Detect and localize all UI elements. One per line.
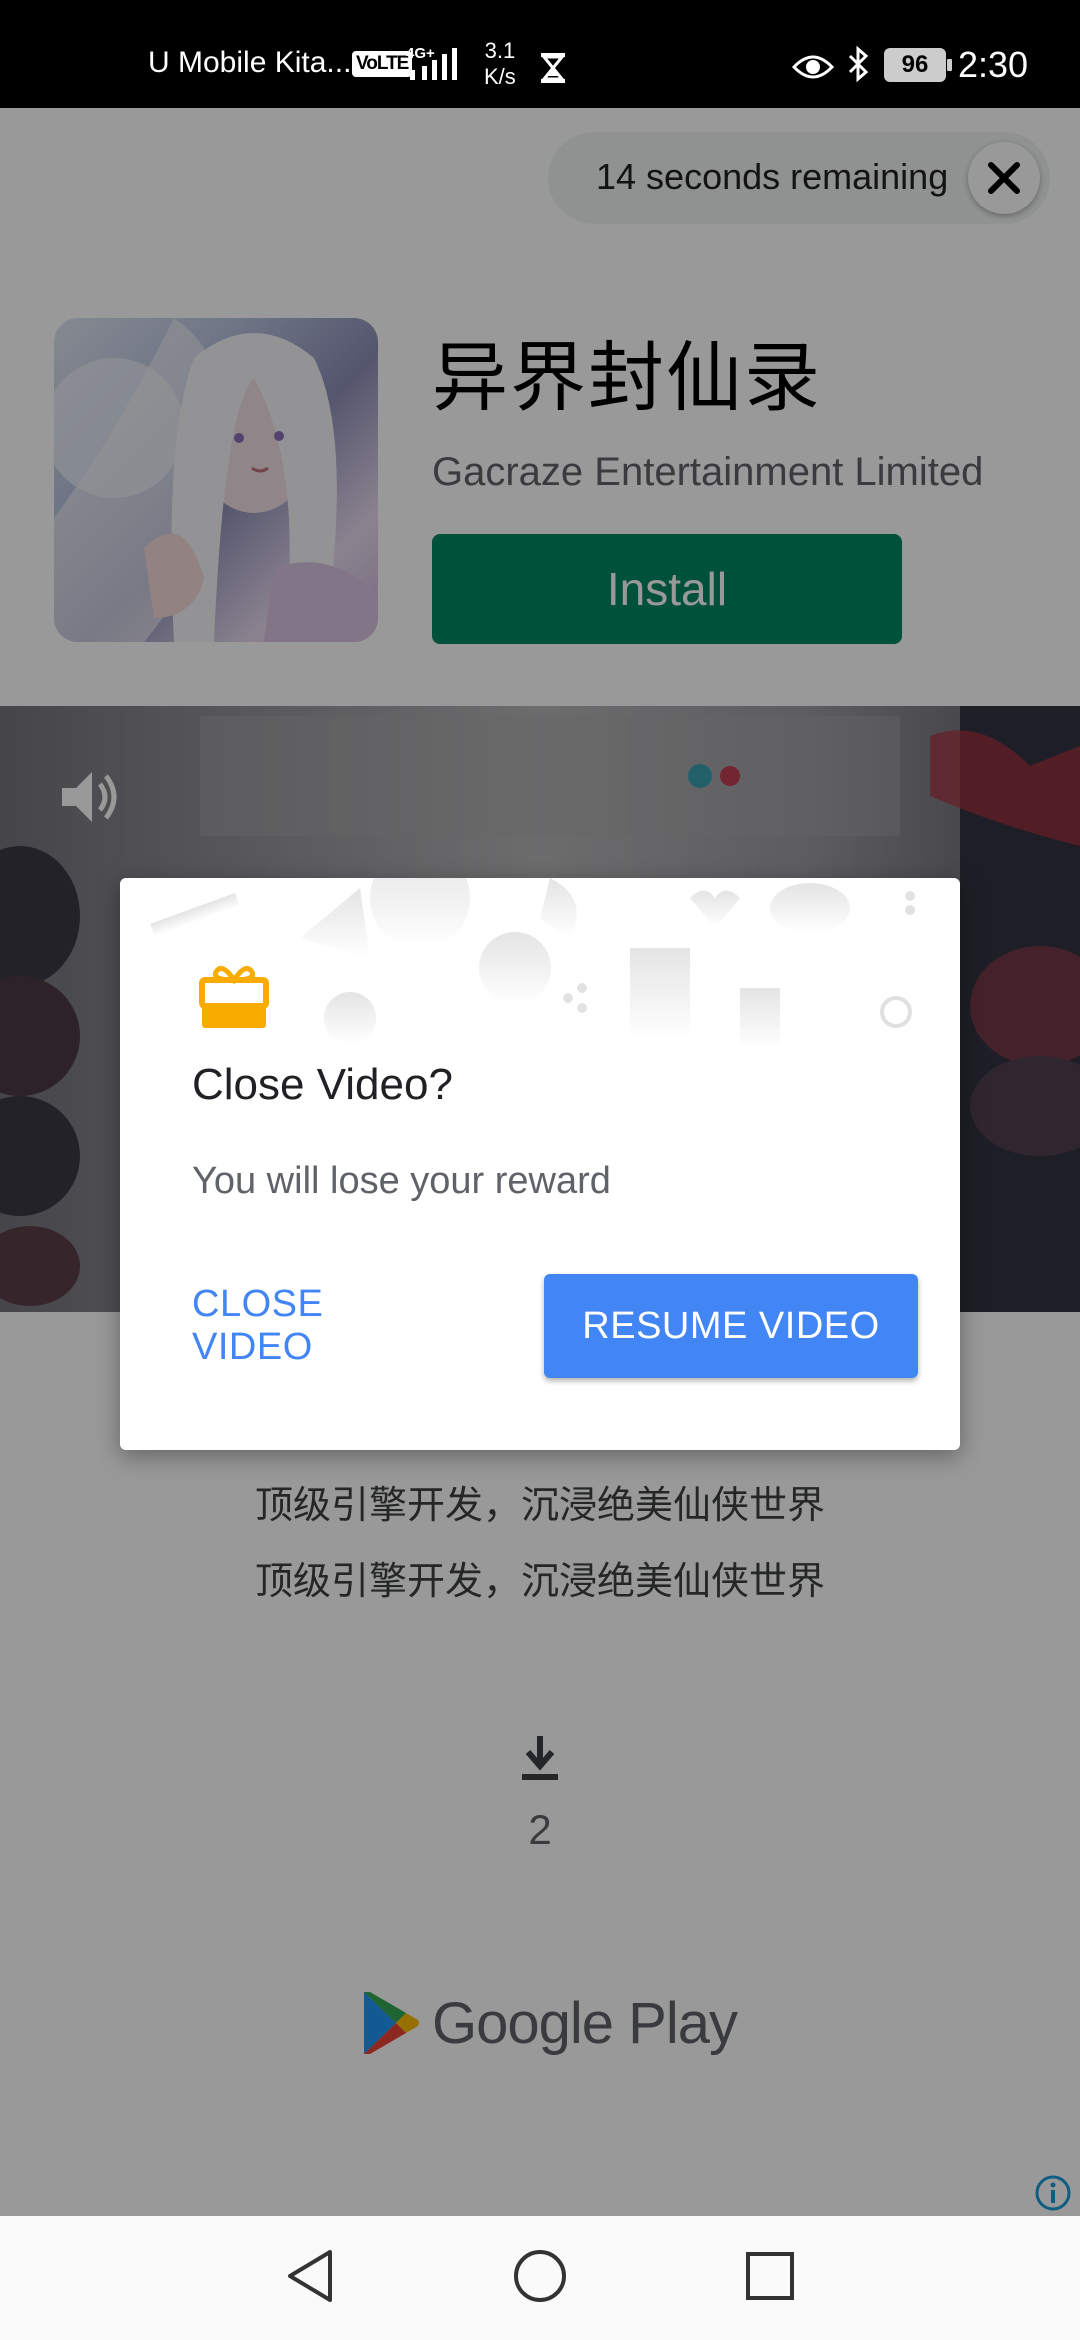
clock: 2:30 xyxy=(958,44,1029,85)
network-type: 4G+ xyxy=(406,45,435,62)
volte-icon: VoLTE xyxy=(352,51,413,77)
resume-video-button[interactable]: RESUME VIDEO xyxy=(544,1274,918,1378)
carrier-name: U Mobile Kita... xyxy=(148,46,352,79)
speed-value: 3.1 xyxy=(484,38,516,63)
gift-icon xyxy=(198,960,270,1037)
navigation-bar xyxy=(0,2216,1080,2340)
back-icon[interactable] xyxy=(282,2246,338,2311)
bluetooth-icon xyxy=(846,45,870,90)
signal-icon: 4G+ xyxy=(406,44,466,92)
close-video-dialog: Close Video? You will lose your reward C… xyxy=(120,878,960,1450)
dialog-title: Close Video? xyxy=(192,1060,453,1109)
eye-icon xyxy=(791,52,835,89)
hourglass-icon xyxy=(540,52,566,92)
close-video-button[interactable]: CLOSE VIDEO xyxy=(192,1276,448,1376)
screen: U Mobile Kita... VoLTE 4G+ 3.1 K/s 96 2:… xyxy=(0,0,1080,2340)
speed-unit: K/s xyxy=(484,64,516,89)
network-speed: 3.1 K/s xyxy=(484,38,516,90)
battery-icon: 96 xyxy=(884,48,952,82)
home-icon[interactable] xyxy=(512,2246,568,2311)
status-bar: U Mobile Kita... VoLTE 4G+ 3.1 K/s 96 2:… xyxy=(0,0,1080,108)
dialog-message: You will lose your reward xyxy=(192,1160,611,1202)
recents-icon[interactable] xyxy=(744,2250,796,2307)
